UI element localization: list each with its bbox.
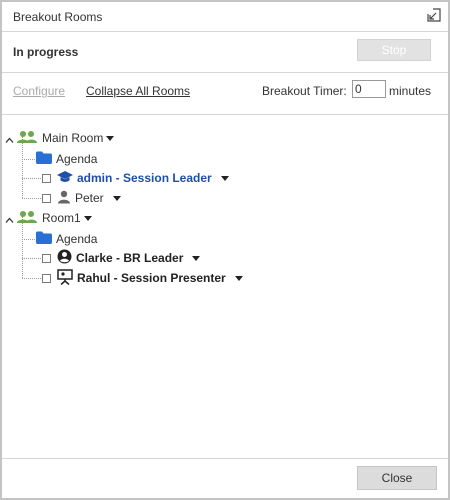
agenda-label: Agenda [56, 232, 98, 246]
room-menu-caret-icon[interactable] [83, 215, 92, 221]
close-button[interactable]: Close [357, 466, 437, 490]
minutes-label: minutes [389, 84, 432, 98]
member-name: Rahul - Session Presenter [77, 271, 226, 285]
folder-icon [36, 151, 52, 167]
member-name: Peter [75, 191, 104, 205]
room-name: Room1 [42, 211, 81, 225]
collapse-all-rooms-link[interactable]: Collapse All Rooms [86, 84, 190, 98]
person-icon [57, 190, 71, 207]
room-node[interactable]: Main Room [5, 128, 115, 148]
status-row: In progress Stop [2, 32, 448, 73]
presenter-icon [57, 268, 73, 288]
member-node[interactable]: Peter [42, 188, 121, 208]
room-name: Main Room [42, 131, 104, 145]
collapse-chevron-icon[interactable] [5, 214, 14, 223]
title-bar: Breakout Rooms [2, 2, 448, 32]
member-node[interactable]: admin - Session Leader [42, 168, 229, 188]
member-checkbox[interactable] [42, 253, 51, 263]
member-checkbox[interactable] [42, 173, 51, 183]
member-menu-caret-icon[interactable] [234, 275, 243, 281]
room-menu-caret-icon[interactable] [106, 135, 115, 141]
member-menu-caret-icon[interactable] [192, 255, 201, 261]
breakout-rooms-dialog: Breakout Rooms In progress Stop Configur… [0, 0, 450, 500]
member-name: Clarke - BR Leader [76, 251, 184, 265]
rooms-tree: Main Room Agenda admin - Session Leader [2, 115, 448, 455]
agenda-node[interactable]: Agenda [36, 149, 97, 169]
member-checkbox[interactable] [42, 273, 51, 283]
member-node[interactable]: Rahul - Session Presenter [42, 268, 243, 288]
room-node[interactable]: Room1 [5, 208, 92, 228]
breakout-timer-input[interactable] [352, 80, 386, 98]
configure-link[interactable]: Configure [13, 84, 65, 98]
member-menu-caret-icon[interactable] [112, 195, 121, 201]
toolbar: Configure Collapse All Rooms Breakout Ti… [2, 73, 448, 115]
member-name: admin - Session Leader [77, 171, 212, 185]
member-menu-caret-icon[interactable] [220, 175, 229, 181]
member-checkbox[interactable] [42, 193, 51, 203]
collapse-chevron-icon[interactable] [5, 134, 14, 143]
agenda-label: Agenda [56, 152, 98, 166]
stop-button[interactable]: Stop [357, 39, 431, 61]
member-node[interactable]: Clarke - BR Leader [42, 248, 201, 268]
folder-icon [36, 231, 52, 247]
graduation-cap-icon [57, 170, 73, 187]
group-icon [16, 130, 38, 147]
status-text: In progress [13, 45, 79, 59]
dialog-footer: Close [2, 458, 448, 499]
user-circle-icon [57, 249, 72, 267]
group-icon [16, 210, 38, 227]
window-title: Breakout Rooms [13, 10, 103, 24]
breakout-timer-label: Breakout Timer: [262, 84, 347, 98]
restore-window-icon[interactable] [427, 8, 441, 22]
agenda-node[interactable]: Agenda [36, 229, 97, 249]
